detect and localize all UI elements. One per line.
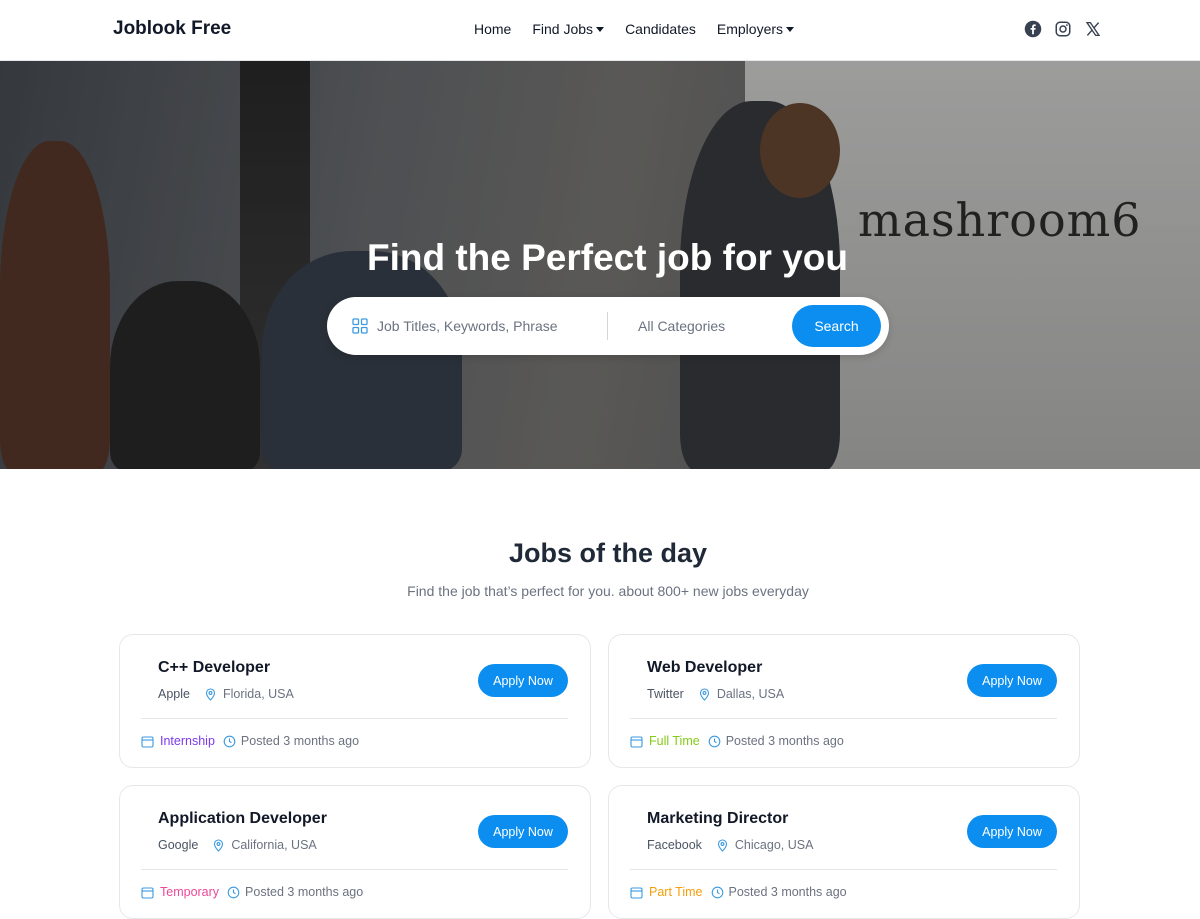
job-company: Twitter [647, 687, 684, 701]
nav-employers-label: Employers [716, 21, 784, 37]
keyword-input[interactable] [377, 318, 587, 334]
job-location: Florida, USA [204, 687, 294, 701]
clock-icon [708, 735, 721, 747]
site-header: Joblook Free Home Find Jobs Candidates E… [0, 0, 1200, 61]
jobs-section-title: Jobs of the day [508, 538, 708, 568]
map-pin-icon [214, 838, 224, 852]
calendar-icon [630, 886, 643, 899]
apply-now-button[interactable]: Apply Now [967, 815, 1057, 848]
clock-icon [711, 886, 723, 898]
caret-down-icon [786, 27, 795, 32]
job-location-text: California, USA [231, 838, 317, 852]
job-type-label: Full Time [649, 734, 700, 748]
job-location: Chicago, USA [716, 838, 814, 852]
clock-icon [227, 886, 240, 898]
job-type-label: Temporary [160, 885, 220, 899]
job-posted: Posted 3 months ago [708, 734, 844, 748]
job-company: Apple [158, 687, 190, 701]
hero-title: Find the Perfect job for you [366, 237, 849, 278]
main-nav: Home Find Jobs Candidates Employers [474, 21, 795, 37]
job-search-bar: Search [327, 297, 889, 355]
job-meta: Google California, USA [158, 838, 317, 852]
facebook-icon[interactable] [1024, 20, 1042, 38]
x-icon[interactable] [1084, 20, 1102, 38]
nav-candidates-label: Candidates [625, 21, 696, 37]
map-pin-icon [205, 687, 216, 701]
job-type: Temporary [141, 885, 219, 899]
nav-find-jobs[interactable]: Find Jobs [532, 21, 605, 37]
job-posted: Posted 3 months ago [223, 734, 359, 748]
caret-down-icon [596, 27, 605, 32]
job-posted: Posted 3 months ago [227, 885, 363, 899]
job-posted-text: Posted 3 months ago [240, 734, 360, 748]
apply-now-button[interactable]: Apply Now [478, 815, 568, 848]
job-card[interactable]: Marketing Director Facebook Chicago, USA… [608, 785, 1080, 919]
job-card[interactable]: Web Developer Twitter Dallas, USA Apply … [608, 634, 1080, 768]
brand-logo[interactable]: Joblook Free [113, 18, 231, 40]
grid-icon [352, 318, 368, 334]
nav-employers[interactable]: Employers [716, 21, 795, 37]
job-footer: Temporary Posted 3 months ago [141, 885, 363, 899]
nav-home[interactable]: Home [474, 21, 511, 37]
apply-now-button[interactable]: Apply Now [478, 664, 568, 697]
job-title[interactable]: C++ Developer [158, 659, 270, 677]
card-divider [141, 718, 568, 719]
job-posted-text: Posted 3 months ago [725, 734, 844, 748]
job-title[interactable]: Marketing Director [647, 810, 788, 828]
job-type: Full Time [630, 734, 700, 748]
apply-now-button[interactable]: Apply Now [967, 664, 1057, 697]
job-footer: Internship Posted 3 months ago [141, 734, 359, 748]
job-card[interactable]: Application Developer Google California,… [119, 785, 591, 919]
calendar-icon [630, 735, 643, 748]
card-divider [630, 869, 1057, 870]
job-posted-text: Posted 3 months ago [728, 885, 847, 899]
calendar-icon [141, 735, 154, 748]
job-footer: Full Time Posted 3 months ago [630, 734, 844, 748]
job-meta: Twitter Dallas, USA [647, 687, 784, 701]
job-type: Internship [141, 734, 215, 748]
job-type-label: Internship [160, 734, 215, 748]
job-location-text: Chicago, USA [734, 838, 814, 852]
category-field [624, 297, 819, 355]
map-pin-icon [717, 838, 727, 852]
job-posted: Posted 3 months ago [711, 885, 847, 899]
search-button[interactable]: Search [792, 305, 881, 347]
job-meta: Facebook Chicago, USA [647, 838, 813, 852]
job-footer: Part Time Posted 3 months ago [630, 885, 847, 899]
job-type-label: Part Time [649, 885, 703, 899]
keyword-field [352, 297, 602, 355]
job-title[interactable]: Web Developer [647, 659, 762, 677]
job-location-text: Florida, USA [222, 687, 294, 701]
search-divider [607, 312, 608, 340]
hero-banner: mashroom6 Find the Perfect job for you C… [0, 61, 1200, 469]
job-meta: Apple Florida, USA [158, 687, 294, 701]
job-company: Facebook [647, 838, 702, 852]
social-links [1024, 20, 1102, 38]
job-title[interactable]: Application Developer [158, 810, 327, 828]
clock-icon [223, 735, 236, 747]
job-location: Dallas, USA [698, 687, 784, 701]
job-location-text: Dallas, USA [716, 687, 785, 701]
nav-home-label: Home [474, 21, 512, 37]
nav-candidates[interactable]: Candidates [625, 21, 696, 37]
instagram-icon[interactable] [1054, 20, 1072, 38]
nav-find-jobs-label: Find Jobs [532, 21, 594, 37]
job-posted-text: Posted 3 months ago [245, 885, 364, 899]
card-divider [141, 869, 568, 870]
calendar-icon [141, 886, 154, 899]
jobs-section-subtitle: Find the job that’s perfect for you. abo… [407, 583, 809, 599]
job-card[interactable]: C++ Developer Apple Florida, USA Apply N… [119, 634, 591, 768]
job-company: Google [158, 838, 199, 852]
job-location: California, USA [212, 838, 317, 852]
card-divider [630, 718, 1057, 719]
job-type: Part Time [630, 885, 703, 899]
map-pin-icon [699, 687, 709, 701]
